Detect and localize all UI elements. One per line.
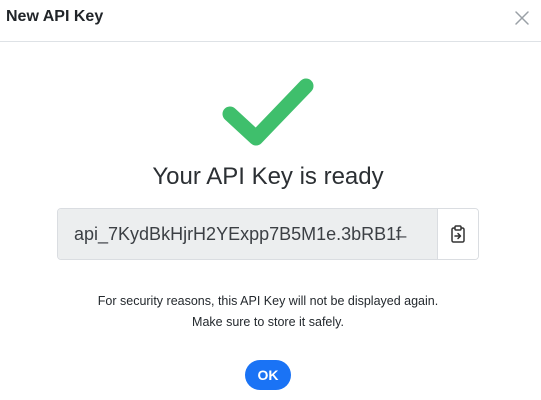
status-heading: Your API Key is ready [152,163,384,190]
new-api-key-dialog: New API Key Your API Key is ready api_7K… [0,0,541,400]
checkmark-icon [222,78,314,146]
security-note: For security reasons, this API Key will … [0,291,536,333]
api-key-field[interactable]: api_7KydBkHjrH2YExpp7B5M1e.3bRB1f̶ [58,209,438,259]
clipboard-copy-icon [451,225,465,243]
ok-button[interactable]: OK [245,360,291,390]
security-note-line-1: For security reasons, this API Key will … [97,294,439,308]
copy-button[interactable] [438,209,478,259]
close-icon[interactable] [513,9,531,27]
dialog-header: New API Key [0,0,541,42]
security-note-line-2: Make sure to store it safely. [192,315,344,329]
dialog-title: New API Key [6,8,104,25]
api-key-input-group: api_7KydBkHjrH2YExpp7B5M1e.3bRB1f̶ [57,208,479,260]
